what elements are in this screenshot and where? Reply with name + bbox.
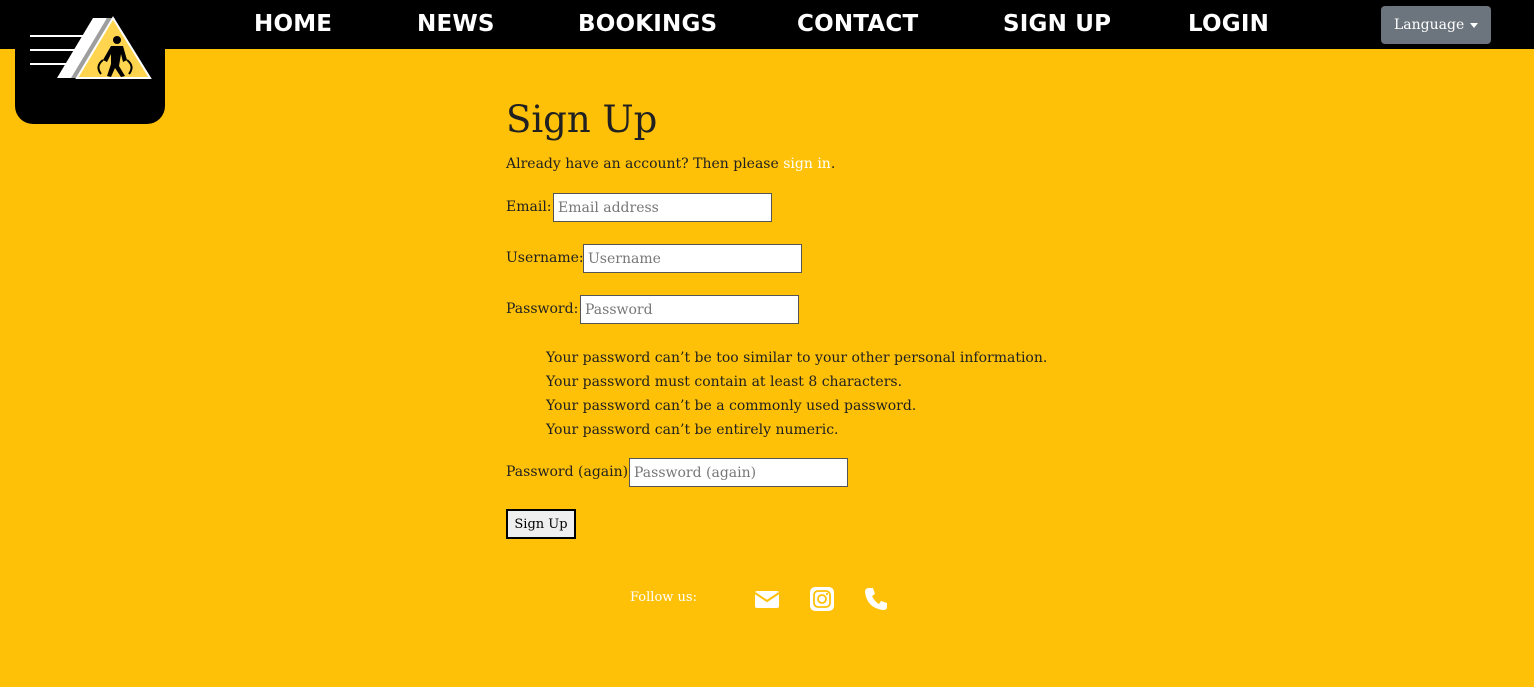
password-again-label: Password (again): (506, 464, 633, 480)
top-navbar: HOME NEWS BOOKINGS CONTACT SIGN UP LOGIN… (0, 0, 1534, 49)
language-dropdown-button[interactable]: Language (1381, 6, 1491, 44)
nav-signup-link[interactable]: SIGN UP (1003, 0, 1111, 49)
page-title: Sign Up (506, 98, 658, 141)
password-label: Password: (506, 301, 579, 317)
password-field[interactable] (580, 295, 799, 324)
language-label: Language (1394, 17, 1465, 33)
password-again-field[interactable] (629, 458, 848, 487)
password-help-list: Your password can’t be too similar to yo… (546, 347, 1047, 443)
email-field[interactable] (553, 193, 772, 222)
password-help-item: Your password can’t be a commonly used p… (546, 398, 917, 414)
nav-news-link[interactable]: NEWS (417, 0, 495, 49)
email-label: Email: (506, 199, 552, 215)
signin-link[interactable]: sign in (783, 156, 831, 172)
password-help-item: Your password must contain at least 8 ch… (546, 374, 903, 390)
username-field[interactable] (583, 244, 802, 273)
signin-prompt-text: Already have an account? Then please (506, 156, 784, 172)
gym-logo-icon (30, 16, 152, 79)
password-help-item: Your password can’t be entirely numeric. (546, 422, 839, 438)
follow-us-label: Follow us: (630, 590, 697, 605)
caret-down-icon (1470, 23, 1478, 28)
nav-home-link[interactable]: HOME (254, 0, 332, 49)
username-label: Username: (506, 250, 584, 266)
site-logo[interactable] (15, 0, 165, 124)
nav-bookings-link[interactable]: BOOKINGS (578, 0, 717, 49)
signup-submit-button[interactable]: Sign Up (506, 509, 576, 539)
phone-icon[interactable] (863, 586, 889, 612)
signin-prompt: Already have an account? Then please sig… (506, 156, 835, 172)
nav-contact-link[interactable]: CONTACT (797, 0, 918, 49)
instagram-icon[interactable] (809, 586, 835, 612)
nav-login-link[interactable]: LOGIN (1188, 0, 1269, 49)
envelope-icon[interactable] (754, 586, 780, 612)
password-help-item: Your password can’t be too similar to yo… (546, 350, 1048, 366)
signin-prompt-suffix: . (830, 156, 836, 172)
